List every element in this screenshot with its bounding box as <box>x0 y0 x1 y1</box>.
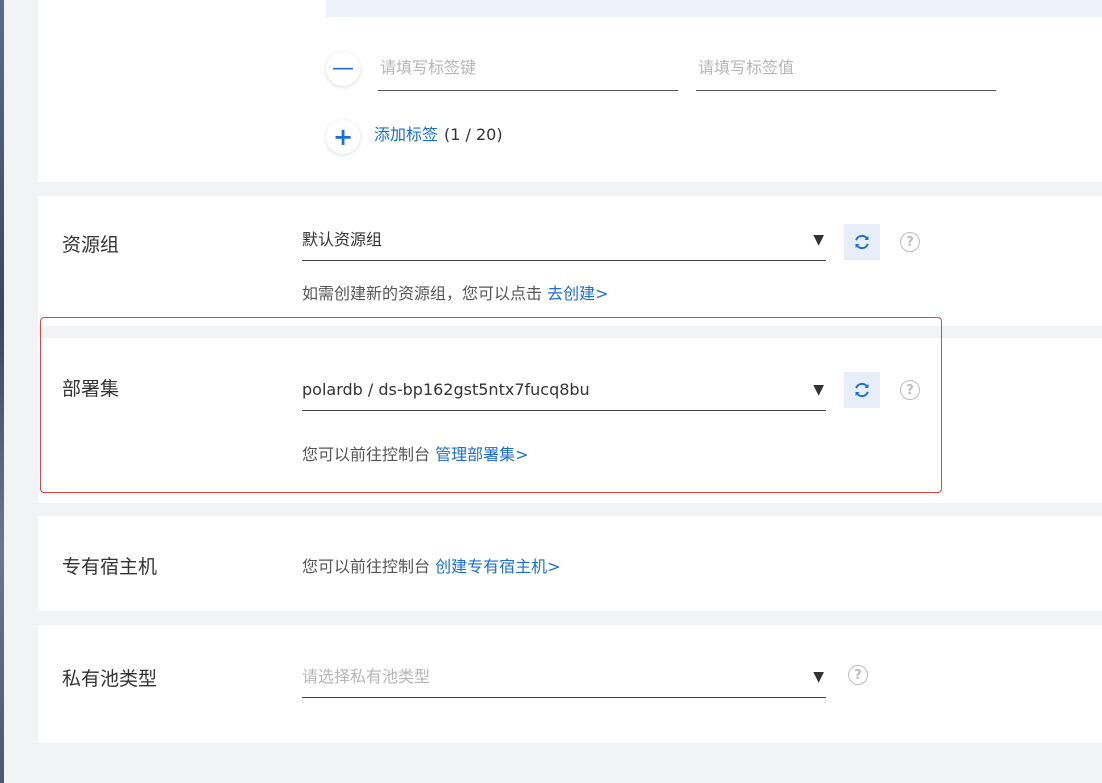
tags-section: — 请填写标签键 请填写标签值 + 添加标签 (1 / 20) <box>38 0 1102 182</box>
private-pool-select[interactable]: 请选择私有池类型 ▼ <box>302 659 826 698</box>
plus-icon: + <box>332 123 354 151</box>
highlight-box <box>40 317 942 493</box>
tag-value-placeholder: 请填写标签值 <box>698 58 795 77</box>
caret-down-icon: ▼ <box>813 232 824 248</box>
dedicated-host-label: 专有宿主机 <box>62 556 158 578</box>
add-tag-button[interactable]: + <box>326 120 360 154</box>
add-tag-row: 添加标签 (1 / 20) <box>374 124 503 146</box>
question-circle-icon[interactable]: ? <box>900 232 920 252</box>
resource-group-section: 资源组 默认资源组 ▼ ? 如需创建新的资源组，您可以点击 去创建> <box>38 196 1102 326</box>
tag-value-input[interactable]: 请填写标签值 <box>696 50 996 91</box>
resource-group-hint: 如需创建新的资源组，您可以点击 去创建> <box>302 280 609 304</box>
dedicated-host-hint-text: 您可以前往控制台 <box>302 557 431 576</box>
remove-tag-button[interactable]: — <box>326 52 360 86</box>
resource-group-value: 默认资源组 <box>302 230 383 249</box>
private-pool-section: 私有池类型 请选择私有池类型 ▼ ? <box>38 625 1102 743</box>
create-resource-group-link[interactable]: 去创建> <box>547 284 608 303</box>
question-circle-icon[interactable]: ? <box>848 665 868 685</box>
window-edge <box>0 0 4 783</box>
tag-key-input[interactable]: 请填写标签键 <box>378 50 678 91</box>
resource-group-refresh-button[interactable] <box>844 224 880 260</box>
private-pool-placeholder: 请选择私有池类型 <box>302 667 431 686</box>
private-pool-label: 私有池类型 <box>62 668 158 690</box>
add-tag-link[interactable]: 添加标签 <box>374 125 438 144</box>
tag-count: (1 / 20) <box>444 125 503 144</box>
tag-key-placeholder: 请填写标签键 <box>380 58 477 77</box>
refresh-icon <box>855 234 869 250</box>
tags-banner <box>326 0 1102 17</box>
resource-group-select[interactable]: 默认资源组 ▼ <box>302 222 826 261</box>
caret-down-icon: ▼ <box>813 669 824 685</box>
dedicated-host-hint: 您可以前往控制台 创建专有宿主机> <box>302 553 561 577</box>
resource-group-hint-text: 如需创建新的资源组，您可以点击 <box>302 284 543 303</box>
dedicated-host-section: 专有宿主机 您可以前往控制台 创建专有宿主机> <box>38 516 1102 611</box>
create-dedicated-host-link[interactable]: 创建专有宿主机> <box>435 557 560 576</box>
minus-icon: — <box>332 56 354 81</box>
resource-group-label: 资源组 <box>62 234 120 256</box>
